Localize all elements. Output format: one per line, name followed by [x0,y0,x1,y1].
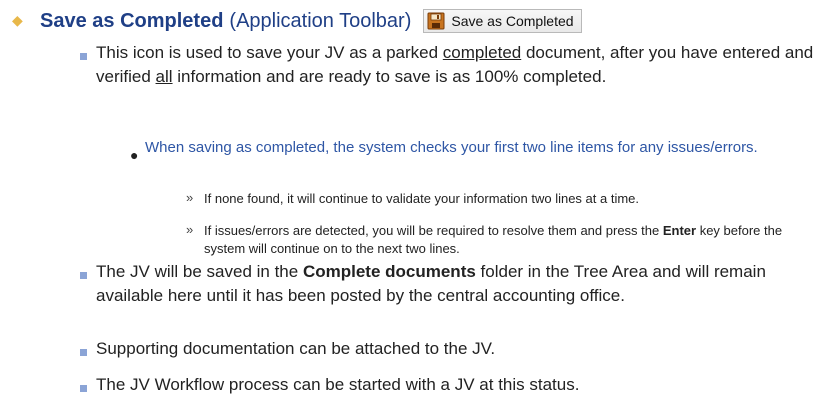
point-workflow: The JV Workflow process can be started w… [96,375,580,394]
square-bullet-icon [80,385,87,392]
p1-text-a: This icon is used to save your JV as a p… [96,43,443,62]
diamond-bullet-icon: ◆ [12,12,23,28]
point-validation-note: When saving as completed, the system che… [145,139,758,156]
detail-issues-detected: If issues/errors are detected, you will … [204,222,824,258]
floppy-disk-icon [427,12,445,30]
point-complete-folder: The JV will be saved in the Complete doc… [96,260,816,308]
section-heading: Save as Completed (Application Toolbar) … [40,6,582,36]
p1-underlined-all: all [155,67,173,86]
point-save-description: This icon is used to save your JV as a p… [96,41,816,89]
square-bullet-icon [80,53,87,60]
p1-text-c: information and are ready to save is as … [172,67,607,86]
p2-text-a: The JV will be saved in the [96,262,303,281]
detail-none-found: If none found, it will continue to valid… [204,191,640,206]
detail2-enter-key: Enter [662,223,697,238]
save-as-completed-label: Save as Completed [451,13,574,29]
chevron-bullet-icon: » [186,190,194,205]
circle-bullet-icon: ● [130,147,139,163]
detail2-text-a: If issues/errors are detected, you will … [204,223,663,238]
p2-complete-documents: Complete documents [302,262,476,281]
square-bullet-icon [80,349,87,356]
square-bullet-icon [80,272,87,279]
heading-context: (Application Toolbar) [229,9,412,32]
save-as-completed-button[interactable]: Save as Completed [423,9,582,33]
p1-underlined-completed: completed [442,43,522,62]
heading-title: Save as Completed [40,9,224,32]
point-supporting-docs: Supporting documentation can be attached… [96,339,496,358]
chevron-bullet-icon: » [186,222,194,237]
